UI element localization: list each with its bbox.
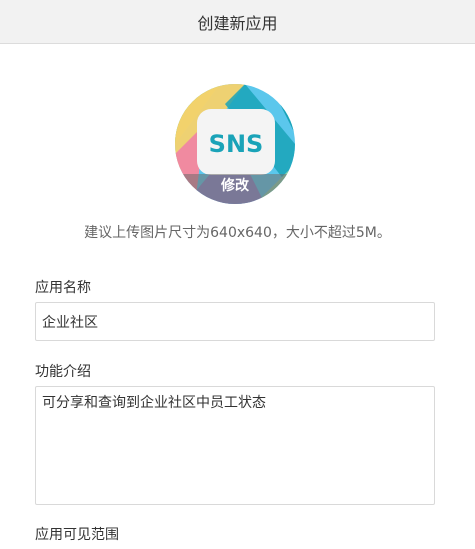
app-icon-upload[interactable]: SNS 修改 — [175, 84, 295, 204]
title-bar: 创建新应用 — [0, 0, 475, 44]
description-textarea[interactable]: 可分享和查询到企业社区中员工状态 — [35, 386, 435, 505]
page-title: 创建新应用 — [197, 13, 278, 33]
upload-hint: 建议上传图片尺寸为640x640，大小不超过5M。 — [84, 225, 391, 241]
app-name-label: 应用名称 — [35, 280, 91, 296]
edit-icon-label: 修改 — [221, 178, 249, 194]
description-label: 功能介绍 — [35, 364, 91, 380]
edit-icon-button[interactable]: 修改 — [175, 174, 295, 204]
sns-text: SNS — [209, 130, 264, 158]
visibility-label: 应用可见范围 — [35, 527, 119, 543]
app-name-input[interactable] — [35, 302, 435, 341]
